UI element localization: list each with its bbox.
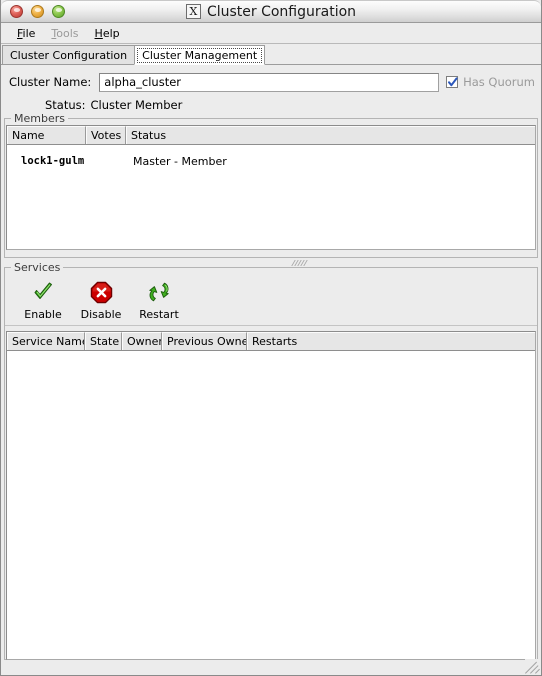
close-button[interactable] xyxy=(10,5,23,18)
members-legend: Members xyxy=(11,112,68,125)
members-table-body: lock1-gulm Master - Member xyxy=(7,151,535,171)
tab-cluster-configuration[interactable]: Cluster Configuration xyxy=(2,45,136,65)
services-col-restarts[interactable]: Restarts xyxy=(247,332,535,350)
split-grip-icon xyxy=(290,259,308,266)
has-quorum-group[interactable]: Has Quorum xyxy=(446,75,535,89)
cluster-configuration-window: X Cluster Configuration File Tools Help … xyxy=(0,0,542,676)
restart-label: Restart xyxy=(139,308,179,321)
services-table: Service Name State Owner Previous Owner … xyxy=(6,331,536,660)
services-table-header: Service Name State Owner Previous Owner … xyxy=(7,332,535,351)
member-status: Master - Member xyxy=(133,154,227,168)
window-controls xyxy=(10,5,65,18)
menu-tools[interactable]: Tools xyxy=(43,25,86,42)
menu-file[interactable]: File xyxy=(9,25,43,42)
members-group: Members Name Votes Status lock1-gulm Mas… xyxy=(4,112,538,258)
checkmark-icon xyxy=(448,77,458,87)
services-legend: Services xyxy=(11,261,64,274)
tab-strip: Cluster Configuration Cluster Management xyxy=(1,44,541,65)
table-row[interactable]: lock1-gulm Master - Member xyxy=(7,151,535,171)
status-value: Cluster Member xyxy=(90,98,183,112)
tab-label: Cluster Management xyxy=(142,48,258,62)
status-label: Status: xyxy=(45,98,86,112)
red-stop-x-icon xyxy=(88,279,114,305)
disable-service-button[interactable]: Disable xyxy=(75,279,127,321)
services-col-owner[interactable]: Owner xyxy=(122,332,162,350)
members-col-name[interactable]: Name xyxy=(7,126,86,144)
cluster-name-input[interactable]: alpha_cluster xyxy=(99,72,440,92)
has-quorum-label: Has Quorum xyxy=(463,75,535,89)
window-title: Cluster Configuration xyxy=(206,3,357,20)
has-quorum-checkbox[interactable] xyxy=(446,76,459,88)
members-table: Name Votes Status lock1-gulm Master - Me… xyxy=(6,125,536,250)
services-group: Services Enable Disable Restart Service … xyxy=(4,261,538,660)
title-bar[interactable]: X Cluster Configuration xyxy=(1,0,541,23)
member-name: lock1-gulm xyxy=(21,155,85,167)
members-table-header: Name Votes Status xyxy=(7,126,535,145)
green-recycle-arrows-icon xyxy=(146,279,172,305)
menu-bar: File Tools Help xyxy=(1,23,541,44)
cluster-status-row: Status: Cluster Member xyxy=(1,93,541,118)
enable-service-button[interactable]: Enable xyxy=(17,279,69,321)
cluster-management-panel: Cluster Name: alpha_cluster Has Quorum S… xyxy=(1,65,541,675)
minimize-button[interactable] xyxy=(31,5,44,18)
restart-service-button[interactable]: Restart xyxy=(133,279,185,321)
green-check-icon xyxy=(30,279,56,305)
split-pane-divider[interactable] xyxy=(1,258,541,267)
cluster-name-label: Cluster Name: xyxy=(9,75,92,89)
members-col-votes[interactable]: Votes xyxy=(86,126,126,144)
services-toolbar: Enable Disable Restart xyxy=(5,273,537,326)
window-title-group: X Cluster Configuration xyxy=(1,1,541,22)
members-col-status[interactable]: Status xyxy=(126,126,535,144)
x11-app-icon: X xyxy=(185,4,201,19)
window-resize-grip[interactable] xyxy=(525,659,540,674)
menu-help[interactable]: Help xyxy=(87,25,128,42)
services-col-previous-owner[interactable]: Previous Owner xyxy=(162,332,247,350)
disable-label: Disable xyxy=(80,308,122,321)
enable-label: Enable xyxy=(24,308,62,321)
zoom-button[interactable] xyxy=(52,5,65,18)
tab-label: Cluster Configuration xyxy=(10,48,128,62)
tab-cluster-management[interactable]: Cluster Management xyxy=(134,45,266,65)
cluster-name-row: Cluster Name: alpha_cluster Has Quorum xyxy=(1,65,541,93)
services-col-service-name[interactable]: Service Name xyxy=(7,332,85,350)
services-col-state[interactable]: State xyxy=(85,332,122,350)
